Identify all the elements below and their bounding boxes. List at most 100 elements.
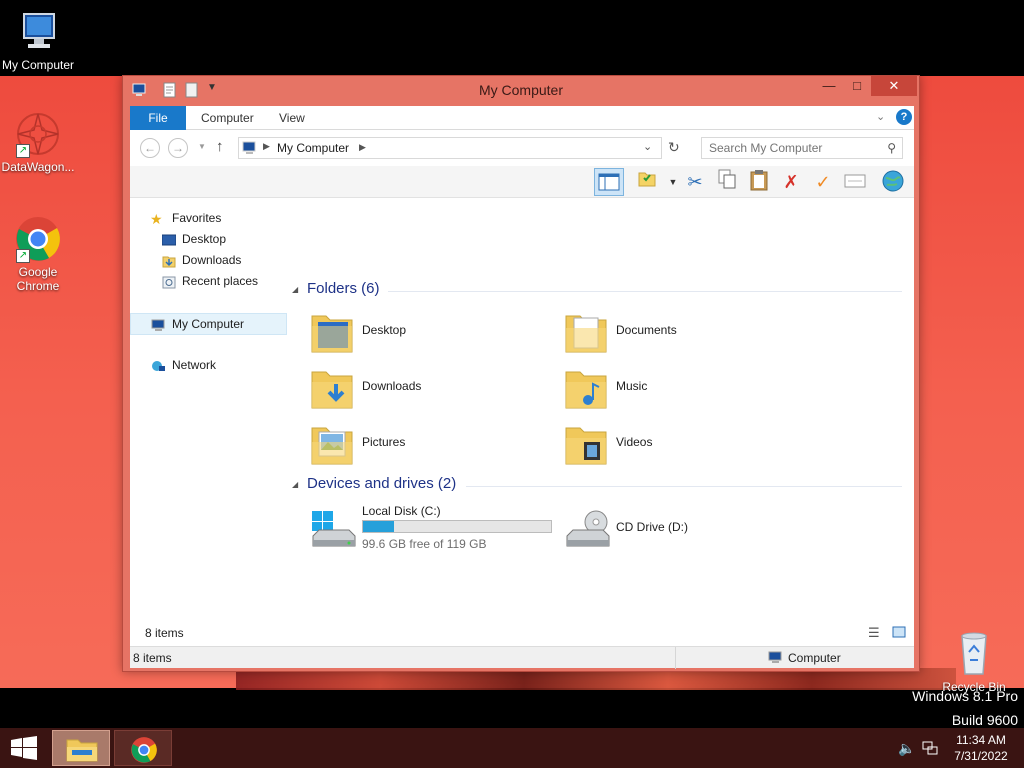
desktop-icon-datawagon[interactable]: ↗ DataWagon...	[0, 110, 76, 174]
downloads-icon	[162, 254, 176, 268]
shortcut-arrow-icon: ↗	[16, 249, 30, 263]
maximize-button[interactable]: □	[843, 76, 871, 96]
preview-pane-button[interactable]	[594, 168, 624, 196]
desktop-icon-google-chrome[interactable]: ↗ Google Chrome	[0, 215, 76, 293]
address-bar[interactable]: ▶ My Computer ▶ ⌄	[238, 137, 662, 159]
clock[interactable]: 11:34 AM 7/31/2022	[946, 732, 1016, 764]
watermark-build: Build 9600	[951, 712, 1018, 728]
folder-videos[interactable]: Videos	[564, 420, 814, 472]
ribbon-tabs: File Computer View ⌄ ?	[130, 106, 914, 130]
status-item-count: 8 items	[133, 651, 172, 665]
folder-documents[interactable]: Documents	[564, 308, 814, 360]
recent-locations-icon[interactable]: ▼	[198, 142, 206, 151]
ribbon-expand-icon[interactable]: ⌄	[876, 110, 885, 123]
clock-time: 11:34 AM	[956, 733, 1006, 747]
volume-muted-icon[interactable]: 🔈	[898, 740, 915, 757]
tab-view[interactable]: View	[266, 106, 318, 130]
videos-folder-icon	[564, 420, 608, 468]
nav-my-computer[interactable]: My Computer	[130, 313, 287, 335]
help-icon[interactable]: ?	[896, 109, 912, 125]
clock-date: 7/31/2022	[954, 749, 1008, 763]
cut-icon[interactable]: ✂	[682, 169, 708, 195]
windows-watermark: Windows 8.1 Pro Build 9600	[912, 684, 1018, 728]
recent-places-icon	[162, 275, 176, 289]
network-globe-icon[interactable]	[880, 169, 906, 195]
documents-folder-icon	[564, 308, 608, 356]
nav-network[interactable]: Network	[130, 355, 287, 376]
item-count-row: 8 items ☰	[130, 622, 914, 646]
delete-icon[interactable]: ✗	[778, 169, 804, 195]
downloads-folder-icon	[310, 364, 354, 412]
content-area: ★ Favorites Desktop Downloads Recent pla…	[130, 198, 914, 646]
search-box[interactable]: ⚲	[701, 137, 903, 159]
back-button[interactable]: ←	[140, 138, 160, 158]
computer-icon	[151, 318, 165, 331]
network-status-icon[interactable]	[922, 740, 938, 759]
toolbar: ▼ ✂ ✗ ✓	[130, 166, 914, 198]
refresh-icon[interactable]: ↻	[668, 139, 680, 156]
folder-music[interactable]: Music	[564, 364, 814, 416]
folder-options-icon[interactable]	[634, 169, 660, 195]
drive-free-space: 99.6 GB free of 119 GB	[362, 537, 487, 551]
navigation-pane: ★ Favorites Desktop Downloads Recent pla…	[130, 198, 290, 646]
desktop-icon-my-computer[interactable]: My Computer	[0, 8, 76, 72]
properties-button-icon[interactable]	[842, 169, 868, 195]
start-button[interactable]	[10, 736, 38, 763]
rename-check-icon[interactable]: ✓	[810, 169, 836, 195]
folder-downloads[interactable]: Downloads	[310, 364, 560, 416]
tab-file[interactable]: File	[130, 106, 186, 130]
nav-item-downloads[interactable]: Downloads	[130, 250, 287, 271]
network-icon	[150, 359, 165, 372]
status-divider	[675, 647, 676, 669]
title-bar[interactable]: ▼ My Computer — □ ✕	[123, 76, 919, 104]
tab-computer[interactable]: Computer	[188, 106, 267, 130]
collapse-caret-icon: ◢	[292, 285, 299, 294]
folder-pictures[interactable]: Pictures	[310, 420, 560, 472]
large-icons-view-icon[interactable]	[892, 626, 906, 641]
up-button[interactable]: ↑	[216, 138, 224, 155]
window-title: My Computer	[478, 82, 564, 98]
pictures-folder-icon	[310, 420, 354, 468]
desktop-folder-icon	[310, 308, 354, 356]
watermark-edition: Windows 8.1 Pro	[912, 688, 1018, 704]
shortcut-arrow-icon: ↗	[16, 144, 30, 158]
nav-item-desktop[interactable]: Desktop	[130, 229, 287, 250]
copy-icon[interactable]	[714, 169, 740, 195]
cd-drive-icon	[564, 508, 610, 553]
status-bar: 8 items Computer	[130, 646, 914, 669]
paste-icon[interactable]	[746, 169, 772, 195]
chrome-icon: ↗	[14, 215, 62, 263]
drive-cd-d[interactable]: CD Drive (D:)	[564, 504, 764, 556]
nav-item-recent-places[interactable]: Recent places	[130, 271, 287, 292]
drive-local-disk-c[interactable]: Local Disk (C:) 99.6 GB free of 119 GB	[310, 504, 560, 556]
file-explorer-icon	[66, 735, 98, 766]
search-icon[interactable]: ⚲	[887, 141, 896, 155]
taskbar-google-chrome[interactable]	[114, 730, 172, 766]
drive-usage-fill	[363, 521, 394, 532]
hard-drive-icon	[310, 508, 356, 553]
breadcrumb-arrow-icon[interactable]: ▶	[263, 141, 270, 152]
explorer-window: ▼ My Computer — □ ✕ File Computer View ⌄…	[122, 75, 920, 672]
item-count: 8 items	[145, 626, 184, 640]
music-folder-icon	[564, 364, 608, 412]
address-computer-icon	[242, 141, 258, 158]
search-input[interactable]	[709, 138, 879, 158]
taskbar-file-explorer[interactable]	[52, 730, 110, 766]
star-icon: ★	[150, 211, 163, 227]
computer-icon	[14, 8, 62, 56]
breadcrumb-arrow-icon[interactable]: ▶	[359, 142, 366, 153]
chrome-icon	[130, 736, 158, 767]
forward-button[interactable]: →	[168, 138, 188, 158]
breadcrumb-my-computer[interactable]: My Computer	[277, 141, 349, 155]
nav-favorites[interactable]: ★ Favorites	[130, 208, 287, 229]
address-history-icon[interactable]: ⌄	[643, 140, 652, 153]
close-button[interactable]: ✕	[871, 76, 917, 96]
drive-usage-bar	[362, 520, 552, 533]
desktop-icon	[161, 233, 177, 246]
collapse-caret-icon: ◢	[292, 480, 299, 489]
folder-desktop[interactable]: Desktop	[310, 308, 560, 360]
minimize-button[interactable]: —	[815, 76, 843, 96]
details-view-icon[interactable]: ☰	[868, 625, 880, 641]
taskbar: 🔈 11:34 AM 7/31/2022	[0, 728, 1024, 768]
datawagon-icon: ↗	[14, 110, 62, 158]
